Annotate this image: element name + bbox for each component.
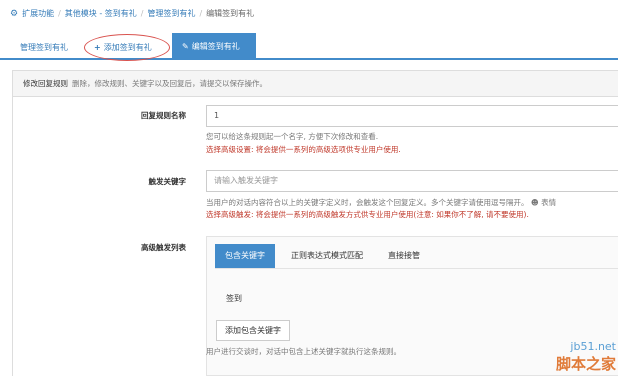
panel-heading: 修改回复规则 删除，修改规则、关键字以及回复后，请提交以保存操作。 xyxy=(13,71,618,97)
trigger-keyword-help: 当用户的对话内容符合以上的关键字定义时，会触发这个回复定义。多个关键字请使用逗号… xyxy=(206,197,556,208)
rule-name-advanced-link[interactable]: 选择高级设置: 将会提供一系列的高级选项供专业用户使用. xyxy=(206,144,401,155)
tab-bar: 管理签到有礼 + 添加签到有礼 ✎ 编辑签到有礼 xyxy=(0,33,618,60)
tab-manage[interactable]: 管理签到有礼 xyxy=(10,36,78,60)
rule-name-input[interactable]: 1 xyxy=(206,105,618,127)
plus-icon: + xyxy=(94,43,101,52)
advanced-triggers-label: 高级触发列表 xyxy=(141,243,186,252)
breadcrumb-item-manage[interactable]: 管理签到有礼 xyxy=(147,9,195,18)
rule-name-label: 回复规则名称 xyxy=(141,111,186,120)
divider xyxy=(215,268,618,269)
tab-add-label: 添加签到有礼 xyxy=(103,43,152,52)
breadcrumb-item-module[interactable]: 其他模块 - 签到有礼 xyxy=(65,9,137,18)
breadcrumb-item-current: 编辑签到有礼 xyxy=(206,9,255,18)
trigger-keyword-input[interactable]: 请输入触发关键字 xyxy=(206,170,618,192)
trigger-advanced-link[interactable]: 选择高级触发: 将会提供一系列的高级触发方式供专业用户使用(注意: 如果你不了解… xyxy=(206,209,529,220)
panel-title: 修改回复规则 xyxy=(23,79,68,88)
tab-edit[interactable]: ✎ 编辑签到有礼 xyxy=(172,33,256,60)
breadcrumb-separator: / xyxy=(58,9,61,18)
breadcrumb-separator: / xyxy=(140,9,144,18)
advanced-triggers-help: 用户进行交谈时，对话中包含上述关键字就执行这条规则。 xyxy=(206,347,401,356)
keyword-item: 签到 xyxy=(226,294,242,303)
edit-icon: ✎ xyxy=(182,42,189,51)
breadcrumb-item-extensions[interactable]: 扩展功能 xyxy=(22,9,54,18)
tab-edit-label: 编辑签到有礼 xyxy=(191,42,240,51)
watermark-url: jb51.net xyxy=(570,340,616,353)
tab-manage-label: 管理签到有礼 xyxy=(20,43,68,52)
tab-direct-takeover[interactable]: 直接接管 xyxy=(378,244,430,268)
tab-add[interactable]: + 添加签到有礼 xyxy=(84,36,162,60)
add-keyword-button[interactable]: 添加包含关键字 xyxy=(216,320,290,341)
breadcrumb-separator: / xyxy=(199,9,203,18)
tab-contains-keyword[interactable]: 包含关键字 xyxy=(215,244,275,268)
trigger-keyword-label: 触发关键字 xyxy=(148,177,187,186)
breadcrumb: ⚙ 扩展功能 / 其他模块 - 签到有礼 / 管理签到有礼 / 编辑签到有礼 xyxy=(0,0,618,28)
gear-icon: ⚙ xyxy=(10,9,19,19)
emoji-label[interactable]: 表情 xyxy=(541,198,556,207)
tab-regex-match[interactable]: 正则表达式模式匹配 xyxy=(281,244,373,268)
rule-name-help: 您可以给这条规则起一个名字, 方便下次修改和查看. xyxy=(206,132,379,141)
panel-note: 删除，修改规则、关键字以及回复后，请提交以保存操作。 xyxy=(72,79,267,88)
emoji-icon[interactable]: ☻ xyxy=(531,198,539,207)
watermark: jb51.net 脚本之家 xyxy=(556,340,616,374)
trigger-keyword-help-text: 当用户的对话内容符合以上的关键字定义时，会触发这个回复定义。多个关键字请使用逗号… xyxy=(206,198,529,207)
watermark-logo: 脚本之家 xyxy=(555,355,616,373)
